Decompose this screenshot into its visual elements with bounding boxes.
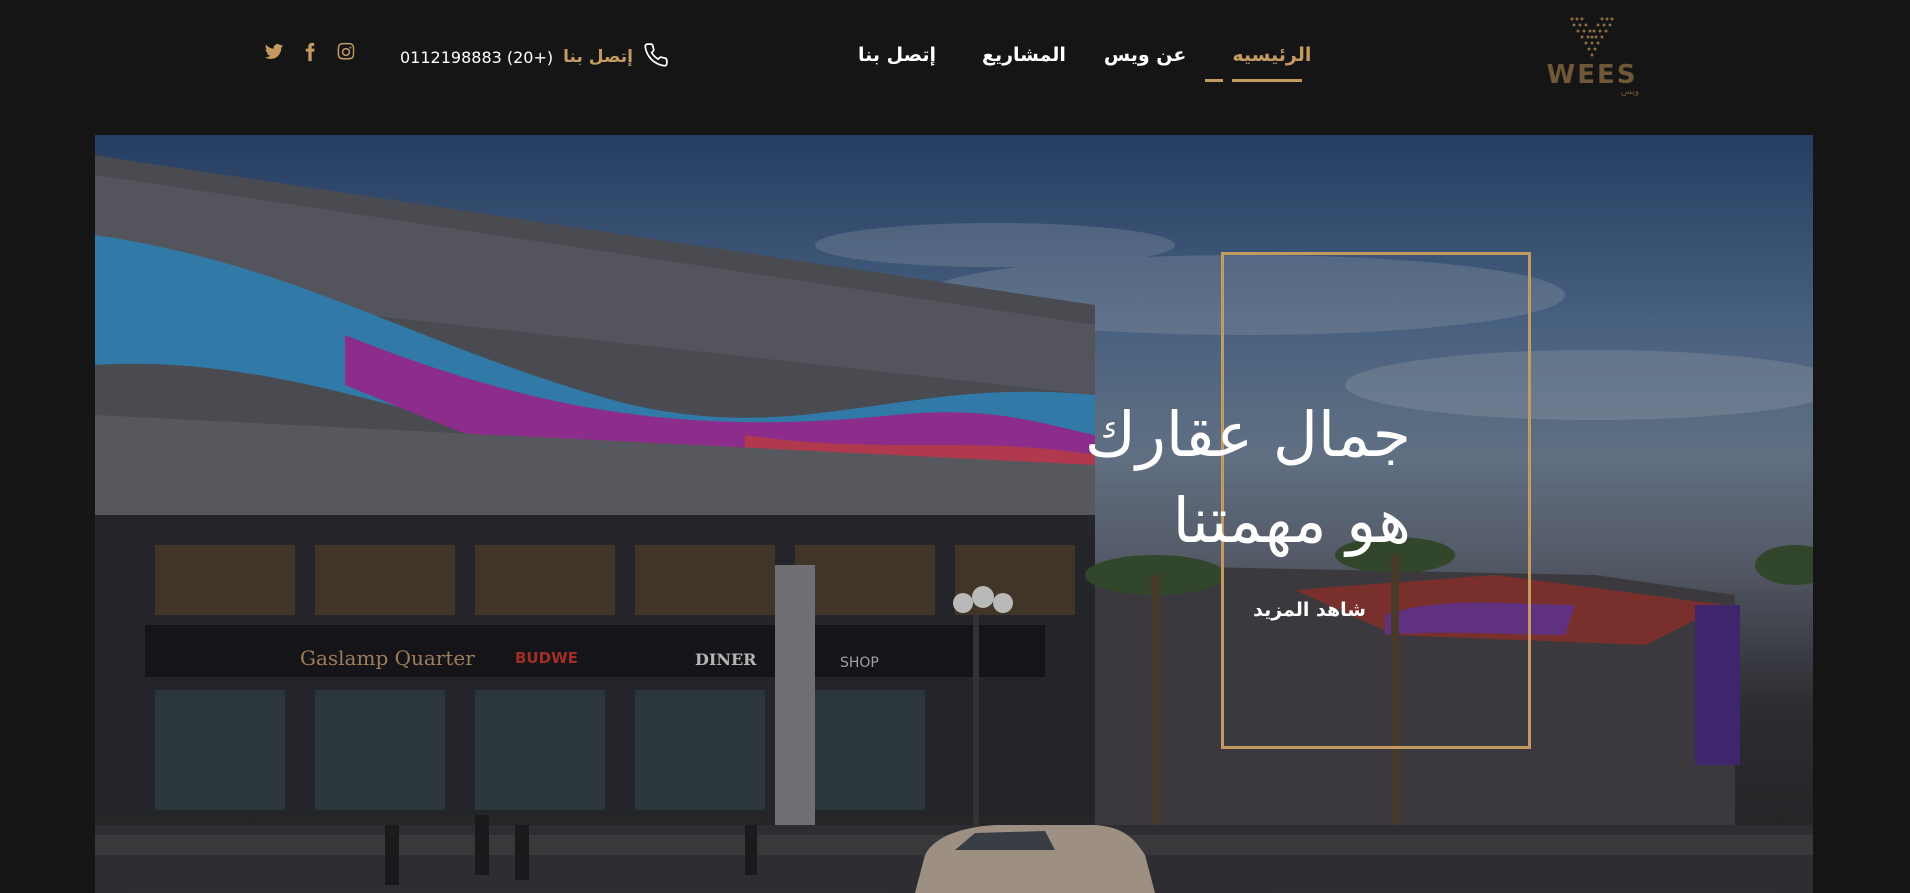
contact-info[interactable]: 0112198883 (20+) إتصل بنا xyxy=(400,42,669,72)
facebook-icon[interactable] xyxy=(300,42,320,62)
social-links xyxy=(264,42,356,62)
nav-item-contact[interactable]: إتصل بنا xyxy=(858,38,936,82)
logo[interactable]: WEES ويس xyxy=(1532,14,1652,97)
hero-headline: جمال عقارك هو مهمتنا xyxy=(891,392,1411,564)
svg-text:ويس: ويس xyxy=(1621,87,1639,96)
hero-banner: Gaslamp Quarter BUDWE DINER SHOP جمال عق… xyxy=(95,135,1813,893)
hero-headline-line1: جمال عقارك xyxy=(1084,398,1411,471)
nav-item-about[interactable]: عن ويس xyxy=(1104,38,1187,82)
site-header: 0112198883 (20+) إتصل بنا الرئيسيه عن وي… xyxy=(0,0,1910,135)
see-more-link[interactable]: شاهد المزيد xyxy=(1253,599,1366,621)
svg-text:WEES: WEES xyxy=(1547,60,1638,90)
contact-label: إتصل بنا xyxy=(563,47,633,67)
logo-mark: WEES ويس xyxy=(1547,17,1639,97)
hero-headline-line2: هو مهمتنا xyxy=(1172,484,1411,557)
nav-item-home[interactable]: الرئيسيه xyxy=(1205,38,1311,82)
twitter-icon[interactable] xyxy=(264,42,284,62)
phone-number: 0112198883 (20+) xyxy=(400,47,554,67)
phone-icon xyxy=(643,42,669,72)
nav-item-projects[interactable]: المشاريع xyxy=(982,38,1066,82)
instagram-icon[interactable] xyxy=(336,42,356,62)
main-nav: الرئيسيه عن ويس المشاريع إتصل بنا xyxy=(858,38,1311,82)
